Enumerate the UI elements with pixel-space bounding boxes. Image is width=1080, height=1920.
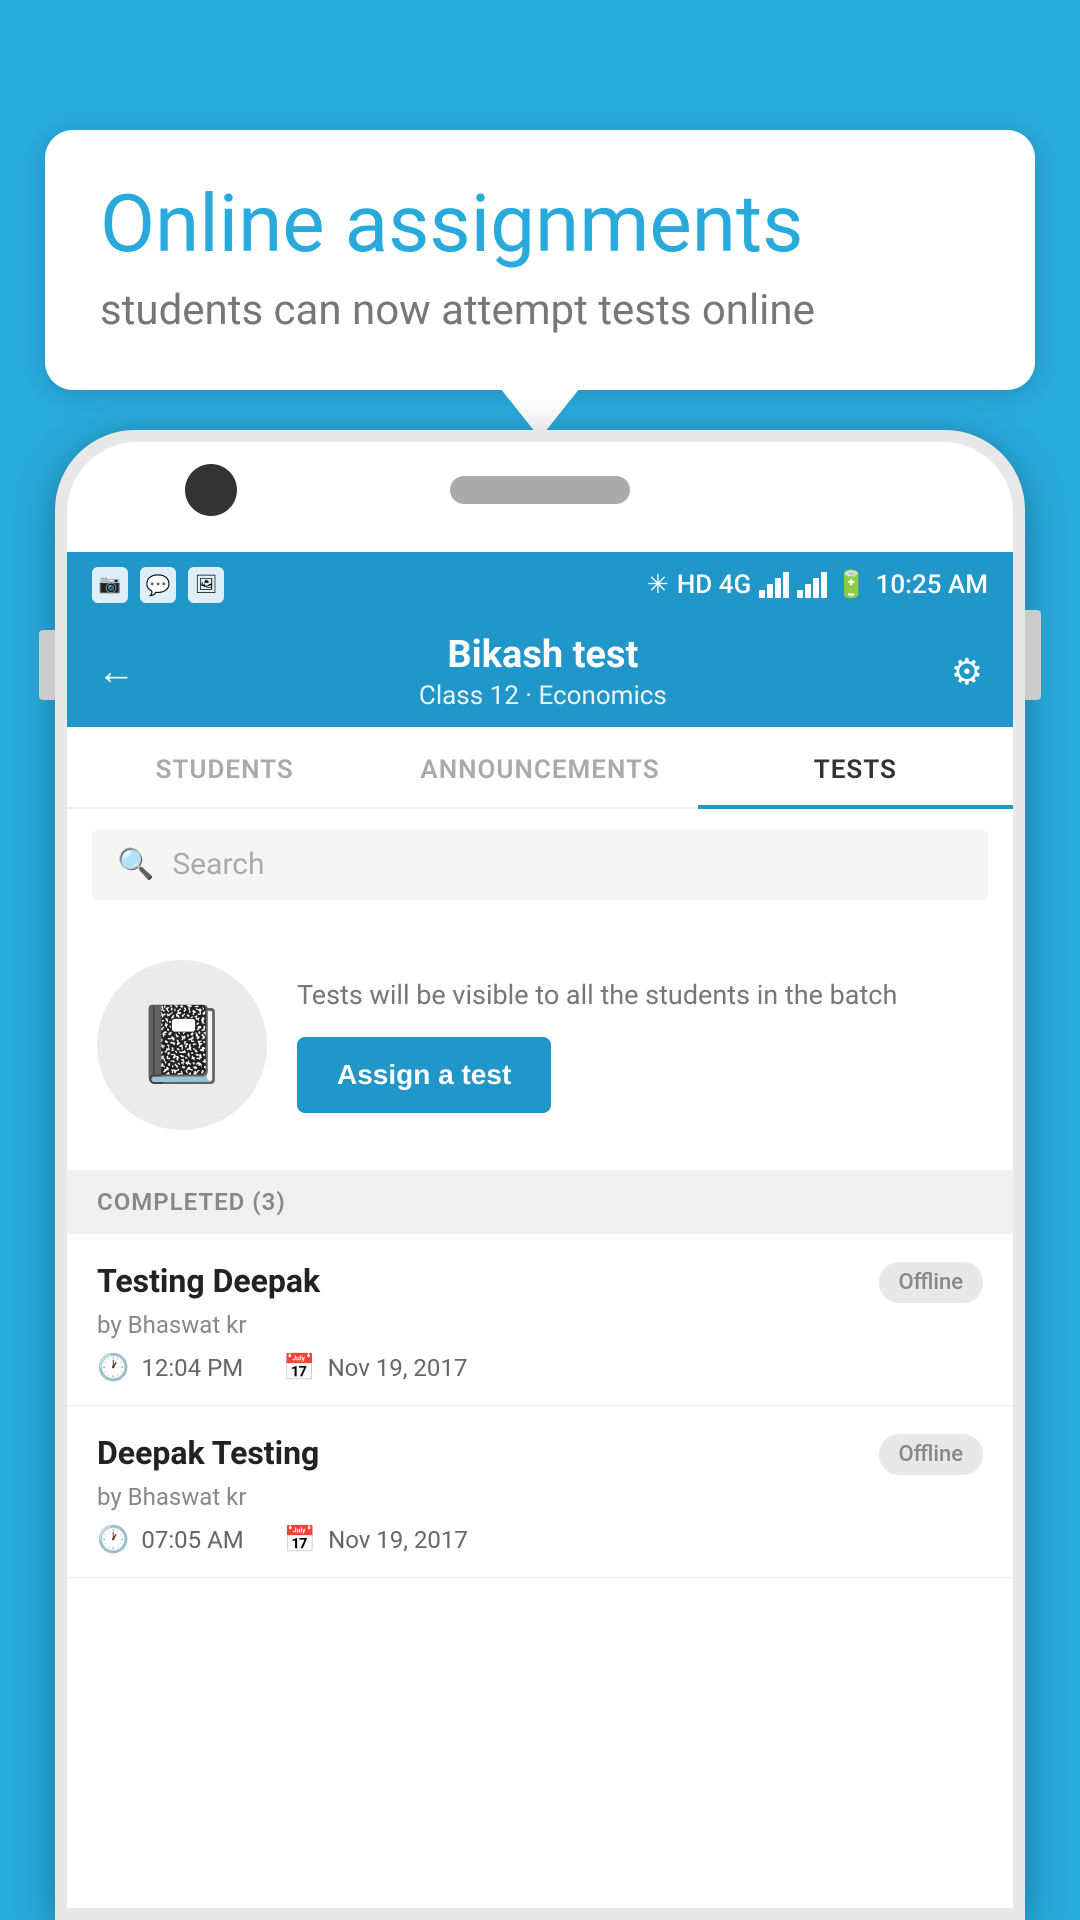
clock-icon: 🕐 [97,1353,129,1383]
test-author: by Bhaswat kr [97,1483,983,1511]
status-badge: Offline [879,1262,983,1303]
assign-test-button[interactable]: Assign a test [297,1037,551,1113]
search-container: 🔍 Search [67,809,1013,920]
phone-btn-right [1025,610,1041,700]
time-label: 10:25 AM [876,570,988,600]
assign-content: Tests will be visible to all the student… [297,977,983,1113]
phone-inner: 📷 💬 🖼 ✳ HD 4G [67,442,1013,1908]
assign-section: 📓 Tests will be visible to all the stude… [67,920,1013,1170]
time-value: 12:04 PM [141,1354,243,1382]
test-author: by Bhaswat kr [97,1311,983,1339]
bluetooth-icon: ✳ [647,570,669,600]
phone-camera [185,464,237,516]
phone-frame: 📷 💬 🖼 ✳ HD 4G [55,430,1025,1920]
phone-speaker [450,476,630,504]
time-value: 07:05 AM [141,1526,243,1554]
test-item[interactable]: Testing Deepak Offline by Bhaswat kr 🕐 1… [67,1234,1013,1406]
status-left: 📷 💬 🖼 [92,567,224,603]
status-bar: 📷 💬 🖼 ✳ HD 4G [67,552,1013,617]
battery-icon: 🔋 [835,570,867,600]
calendar-icon: 📅 [283,1353,315,1383]
test-meta: 🕐 12:04 PM 📅 Nov 19, 2017 [97,1353,983,1383]
speech-bubble: Online assignments students can now atte… [45,130,1035,390]
tab-students[interactable]: STUDENTS [67,727,382,807]
search-input[interactable]: Search [172,847,264,882]
app-bar-title: Bikash test Class 12 · Economics [135,633,951,711]
settings-button[interactable]: ⚙ [951,651,983,693]
test-name: Testing Deepak [97,1262,320,1300]
photo-icon: 🖼 [188,567,224,603]
bubble-title: Online assignments [100,180,980,268]
phone-btn-left [39,630,55,700]
screen: 📷 💬 🖼 ✳ HD 4G [67,552,1013,1908]
calendar-icon: 📅 [284,1525,316,1555]
test-name: Deepak Testing [97,1434,319,1472]
test-item-header: Deepak Testing Offline [97,1434,983,1475]
test-item-header: Testing Deepak Offline [97,1262,983,1303]
status-right: ✳ HD 4G 🔋 10:25 AM [647,570,988,600]
signal-bars-2 [797,572,827,598]
status-badge: Offline [879,1434,983,1475]
app-bar: ← Bikash test Class 12 · Economics ⚙ [67,617,1013,727]
test-time: 🕐 07:05 AM [97,1525,244,1555]
class-title: Bikash test [135,633,951,677]
date-value: Nov 19, 2017 [328,1526,468,1554]
date-value: Nov 19, 2017 [328,1354,468,1382]
test-item[interactable]: Deepak Testing Offline by Bhaswat kr 🕐 0… [67,1406,1013,1578]
network-label: HD 4G [677,570,751,600]
back-button[interactable]: ← [97,650,135,694]
notebook-circle: 📓 [97,960,267,1130]
whatsapp-icon: 💬 [140,567,176,603]
test-meta: 🕐 07:05 AM 📅 Nov 19, 2017 [97,1525,983,1555]
class-subtitle: Class 12 · Economics [135,681,951,711]
app1-icon: 📷 [92,567,128,603]
test-date: 📅 Nov 19, 2017 [284,1525,468,1555]
test-date: 📅 Nov 19, 2017 [283,1353,467,1383]
notebook-icon: 📓 [135,1001,228,1089]
clock-icon: 🕐 [97,1525,129,1555]
search-bar[interactable]: 🔍 Search [92,829,988,900]
tab-announcements[interactable]: ANNOUNCEMENTS [382,727,697,807]
completed-label: COMPLETED (3) [97,1188,286,1216]
signal-bars [759,572,789,598]
test-time: 🕐 12:04 PM [97,1353,243,1383]
tab-tests[interactable]: TESTS [698,727,1013,807]
assign-description: Tests will be visible to all the student… [297,977,983,1015]
completed-section-header: COMPLETED (3) [67,1170,1013,1234]
search-icon: 🔍 [117,847,154,882]
tabs: STUDENTS ANNOUNCEMENTS TESTS [67,727,1013,809]
bubble-subtitle: students can now attempt tests online [100,286,980,335]
